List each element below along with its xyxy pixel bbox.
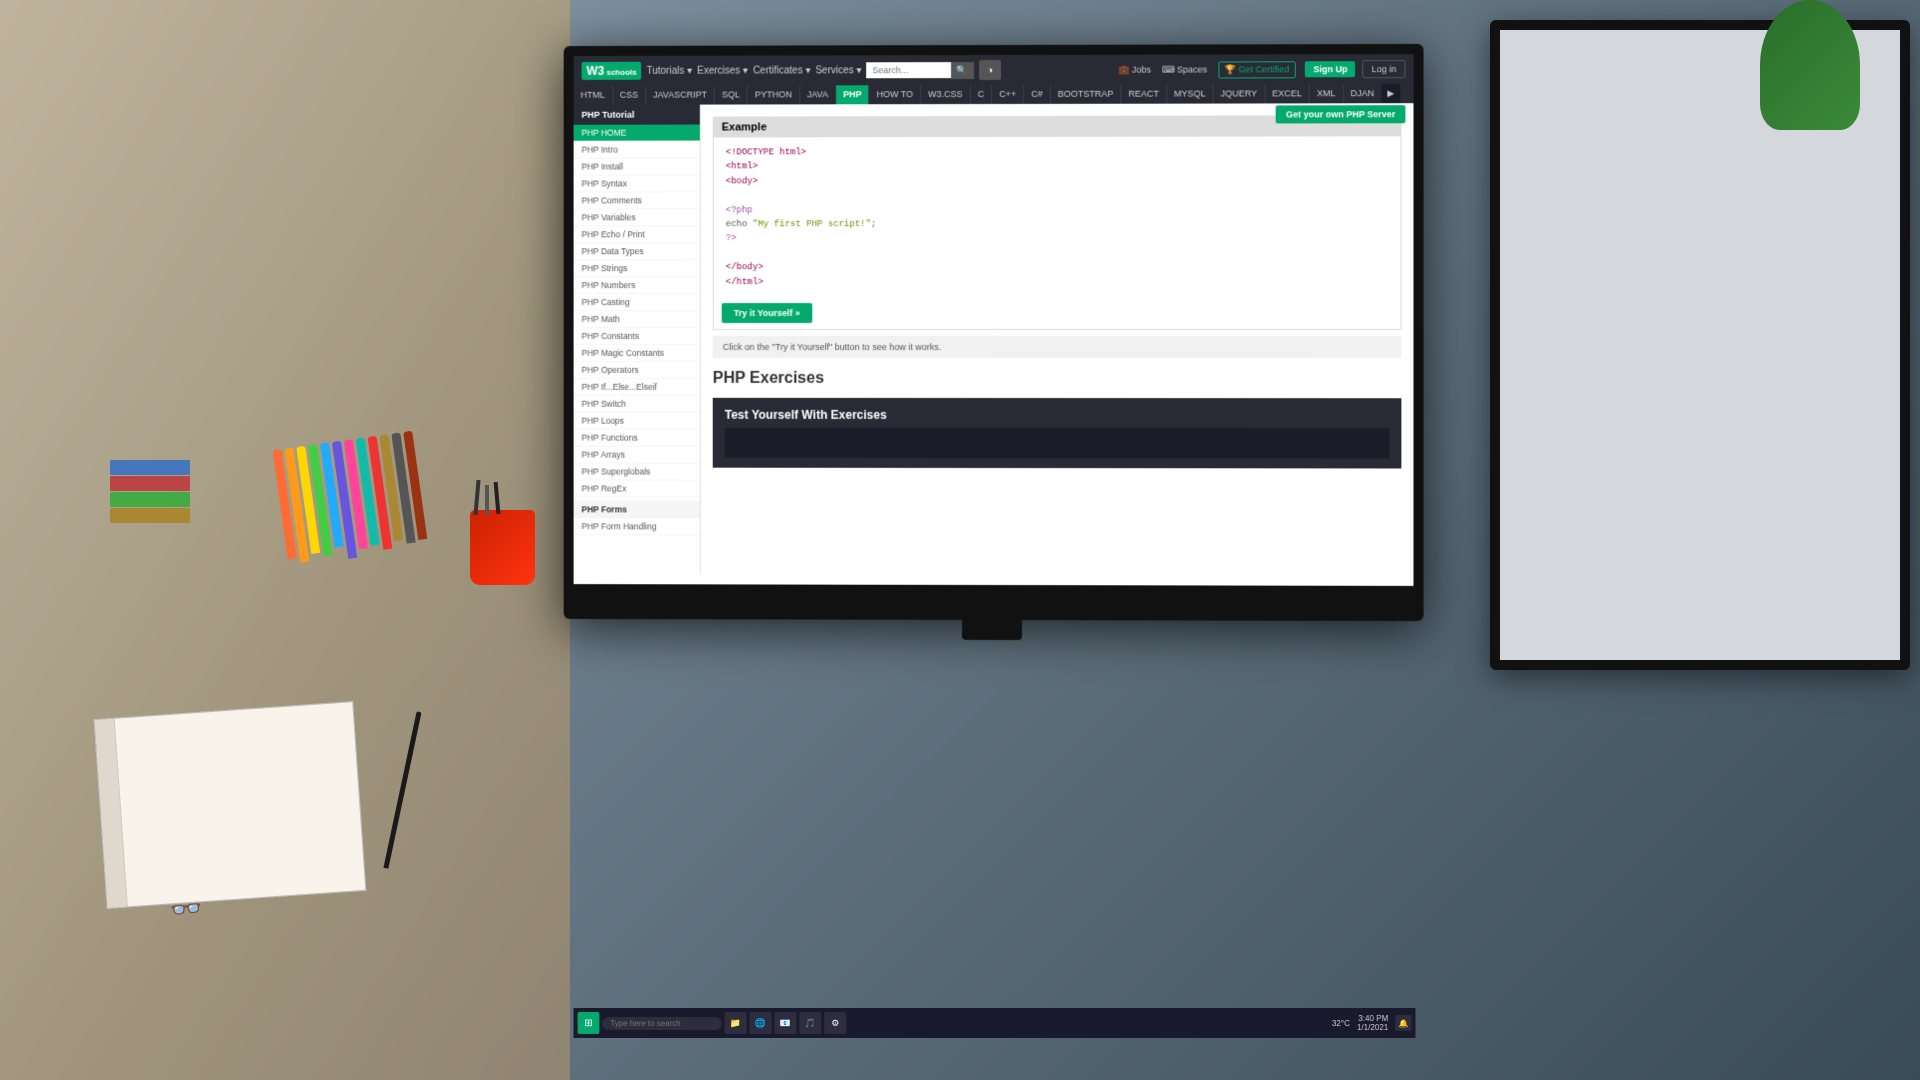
taskbar-icon-5[interactable]: ⚙ [824, 1012, 846, 1034]
taskbar: ⊞ 📁 🌐 📧 🎵 ⚙ 32°C 3:40 PM 1/1/2021 🔔 [574, 1008, 1416, 1038]
sidebar-item-php-functions[interactable]: PHP Functions [574, 430, 700, 447]
search-container: 🔍 [867, 62, 974, 79]
login-button[interactable]: Log in [1363, 60, 1406, 78]
lang-tab-mysql[interactable]: MYSQL [1167, 85, 1214, 104]
taskbar-icon-2[interactable]: 🌐 [750, 1012, 772, 1034]
lang-tab-react[interactable]: REACT [1121, 85, 1167, 104]
taskbar-search[interactable] [602, 1017, 721, 1030]
sidebar-item-php-home[interactable]: PHP HOME [574, 125, 700, 142]
example-box: Example <!DOCTYPE html> <html> <body> <?… [713, 115, 1402, 330]
glasses: 👓 [168, 892, 203, 926]
get-certified-button[interactable]: 🏆 Get Certified [1218, 61, 1296, 78]
example-note: Click on the "Try it Yourself" button to… [713, 336, 1402, 358]
red-cup [470, 510, 535, 585]
taskbar-temp: 32°C [1332, 1018, 1350, 1027]
start-button[interactable]: ⊞ [578, 1012, 600, 1034]
sidebar-item-php-magicconstants[interactable]: PHP Magic Constants [574, 345, 700, 362]
lang-tab-w3css[interactable]: W3.CSS [921, 85, 970, 104]
exercises-subtitle: Test Yourself With Exercises [725, 408, 1390, 422]
sidebar-item-php-superglobals[interactable]: PHP Superglobals [574, 464, 700, 481]
sidebar-item-php-switch[interactable]: PHP Switch [574, 396, 700, 413]
lang-tab-jquery[interactable]: JQUERY [1214, 84, 1266, 103]
exercises-title: PHP Exercises [713, 366, 1402, 392]
lang-tab-excel[interactable]: EXCEL [1265, 84, 1310, 103]
content-area: Get your own PHP Server Example <!DOCTYP… [701, 103, 1414, 575]
sidebar-item-php-math[interactable]: PHP Math [574, 311, 700, 328]
sidebar-section-forms: PHP Forms [574, 500, 700, 518]
sidebar-item-php-datatypes[interactable]: PHP Data Types [574, 243, 700, 260]
jobs-link[interactable]: 💼 Jobs [1119, 64, 1151, 75]
lang-tab-bootstrap[interactable]: BOOTSTRAP [1051, 85, 1122, 104]
sidebar-title: PHP Tutorial [574, 105, 700, 125]
main-body: PHP Tutorial PHP HOME PHP Intro PHP Inst… [574, 103, 1414, 575]
search-input[interactable] [867, 62, 951, 78]
exercises-dark-box: Test Yourself With Exercises [713, 398, 1402, 469]
taskbar-clock: 3:40 PM 1/1/2021 [1357, 1014, 1388, 1032]
certificate-icon: 🏆 [1225, 64, 1236, 75]
monitor-bezel: W3 schools Tutorials ▾ Exercises ▾ Certi… [564, 44, 1424, 621]
sidebar-item-php-formhandling[interactable]: PHP Form Handling [574, 518, 700, 535]
sidebar-item-php-constants[interactable]: PHP Constants [574, 328, 700, 345]
sidebar-item-php-ifelse[interactable]: PHP If...Else...Elseif [574, 379, 700, 396]
lang-tab-c[interactable]: C [971, 85, 992, 104]
lang-tab-java[interactable]: JAVA [800, 85, 836, 104]
code-area: <!DOCTYPE html> <html> <body> <?php echo… [714, 136, 1401, 297]
taskbar-notification[interactable]: 🔔 [1395, 1015, 1411, 1031]
sidebar: PHP Tutorial PHP HOME PHP Intro PHP Inst… [574, 105, 701, 574]
lang-tabs-row: HTML CSS JAVASCRIPT SQL PYTHON JAVA PHP … [574, 84, 1414, 105]
lang-tab-sql[interactable]: SQL [715, 86, 748, 105]
sidebar-item-php-regex[interactable]: PHP RegEx [574, 480, 700, 497]
spaces-link[interactable]: ⌨ Spaces [1162, 64, 1207, 75]
sidebar-item-php-arrays[interactable]: PHP Arrays [574, 447, 700, 464]
lang-tab-howto[interactable]: HOW TO [870, 85, 922, 104]
tutorials-menu[interactable]: Tutorials ▾ [647, 65, 693, 76]
lang-tab-django[interactable]: DJAN [1344, 84, 1382, 103]
sidebar-item-php-syntax[interactable]: PHP Syntax [574, 175, 700, 192]
sidebar-item-php-casting[interactable]: PHP Casting [574, 294, 700, 311]
lang-tab-xml[interactable]: XML [1310, 84, 1344, 103]
sidebar-item-php-install[interactable]: PHP Install [574, 158, 700, 175]
lang-tab-javascript[interactable]: JAVASCRIPT [646, 86, 715, 105]
taskbar-icon-1[interactable]: 📁 [725, 1012, 747, 1034]
w3-logo[interactable]: W3 schools [582, 62, 642, 80]
briefcase-icon: 💼 [1119, 64, 1130, 75]
lang-tab-cpp[interactable]: C++ [992, 85, 1024, 104]
sidebar-item-php-loops[interactable]: PHP Loops [574, 413, 700, 430]
sidebar-item-php-intro[interactable]: PHP Intro [574, 141, 700, 158]
taskbar-icon-3[interactable]: 📧 [774, 1012, 796, 1034]
try-it-yourself-button[interactable]: Try it Yourself » [722, 303, 812, 323]
certificates-menu[interactable]: Certificates ▾ [753, 65, 811, 76]
signup-button[interactable]: Sign Up [1305, 61, 1355, 77]
monitor-stand [962, 620, 1022, 640]
services-menu[interactable]: Services ▾ [816, 65, 862, 76]
search-button[interactable]: 🔍 [951, 62, 974, 79]
green-plants [1760, 0, 1860, 130]
sidebar-item-php-numbers[interactable]: PHP Numbers [574, 277, 700, 294]
sidebar-item-php-variables[interactable]: PHP Variables [574, 209, 700, 226]
notebook [94, 701, 367, 909]
sidebar-item-php-echo[interactable]: PHP Echo / Print [574, 226, 700, 243]
lang-tab-python[interactable]: PYTHON [748, 85, 800, 104]
exercise-content-placeholder [725, 428, 1390, 459]
theme-toggle[interactable]: ◑ [979, 60, 1001, 80]
book-stack [110, 460, 190, 523]
sidebar-item-php-strings[interactable]: PHP Strings [574, 260, 700, 277]
lang-tabs-more[interactable]: ▶ [1381, 84, 1400, 103]
spaces-icon: ⌨ [1162, 64, 1175, 75]
lang-tab-csharp[interactable]: C# [1024, 85, 1051, 104]
lang-tab-css[interactable]: CSS [613, 86, 646, 105]
exercises-menu[interactable]: Exercises ▾ [697, 65, 748, 76]
w3-topbar: W3 schools Tutorials ▾ Exercises ▾ Certi… [574, 54, 1414, 86]
lang-tab-html[interactable]: HTML [574, 86, 613, 105]
sidebar-item-php-comments[interactable]: PHP Comments [574, 192, 700, 209]
php-server-banner[interactable]: Get your own PHP Server [1276, 105, 1406, 123]
markers-group [272, 431, 428, 567]
lang-tab-php[interactable]: PHP [836, 85, 869, 104]
taskbar-icon-4[interactable]: 🎵 [799, 1012, 821, 1034]
monitor-screen: W3 schools Tutorials ▾ Exercises ▾ Certi… [574, 54, 1414, 586]
sidebar-item-php-operators[interactable]: PHP Operators [574, 362, 700, 379]
